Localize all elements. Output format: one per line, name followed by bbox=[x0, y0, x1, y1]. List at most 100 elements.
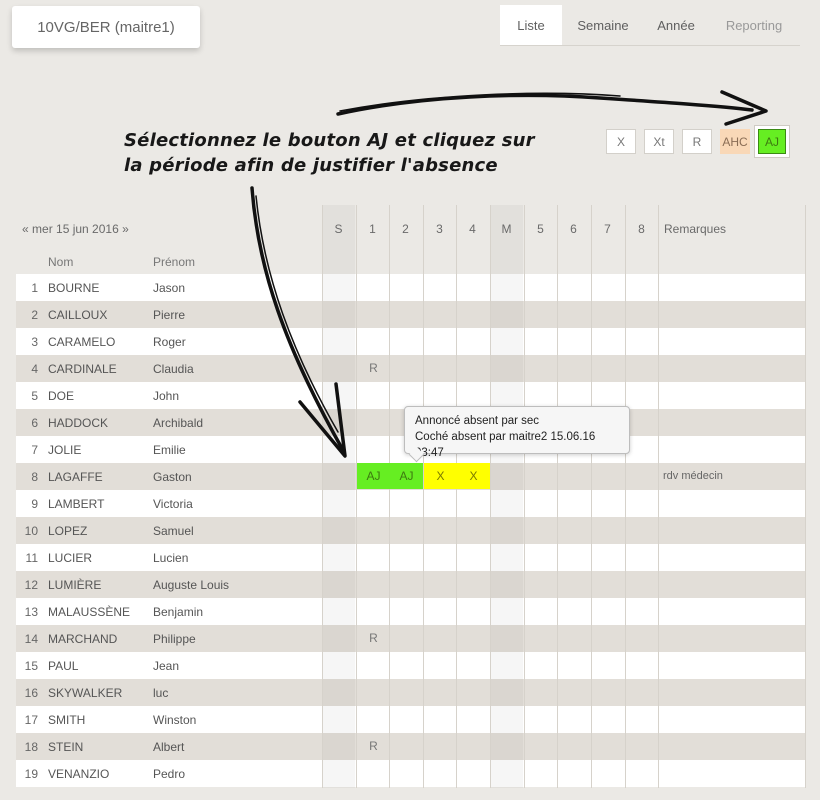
period-cell[interactable] bbox=[626, 355, 659, 381]
period-cell[interactable] bbox=[626, 571, 659, 597]
period-cell[interactable] bbox=[457, 706, 490, 732]
period-cell[interactable]: R bbox=[357, 625, 390, 651]
period-cell[interactable] bbox=[323, 409, 356, 435]
period-cell[interactable] bbox=[525, 463, 558, 489]
period-cell[interactable] bbox=[357, 517, 390, 543]
period-cell[interactable] bbox=[491, 382, 524, 408]
period-cell[interactable] bbox=[457, 625, 490, 651]
period-cell[interactable] bbox=[592, 760, 625, 786]
period-cell[interactable] bbox=[390, 517, 423, 543]
period-cell[interactable] bbox=[390, 355, 423, 381]
period-cell[interactable] bbox=[525, 571, 558, 597]
period-cell[interactable] bbox=[626, 733, 659, 759]
period-cell[interactable] bbox=[558, 490, 591, 516]
period-cell[interactable] bbox=[592, 625, 625, 651]
period-cell[interactable] bbox=[424, 382, 457, 408]
period-cell[interactable] bbox=[390, 382, 423, 408]
remark-cell[interactable]: rdv médecin bbox=[663, 470, 723, 482]
period-cell[interactable] bbox=[558, 517, 591, 543]
period-cell[interactable] bbox=[525, 679, 558, 705]
prev-day-button[interactable]: « bbox=[22, 222, 29, 236]
period-cell[interactable] bbox=[626, 679, 659, 705]
period-cell[interactable]: X bbox=[457, 463, 490, 489]
period-cell[interactable] bbox=[558, 328, 591, 354]
period-cell[interactable] bbox=[491, 301, 524, 327]
period-cell[interactable] bbox=[525, 274, 558, 300]
period-cell[interactable] bbox=[323, 355, 356, 381]
period-cell[interactable] bbox=[323, 652, 356, 678]
period-cell[interactable] bbox=[457, 382, 490, 408]
period-cell[interactable] bbox=[390, 760, 423, 786]
period-cell[interactable] bbox=[626, 463, 659, 489]
period-cell[interactable] bbox=[390, 301, 423, 327]
period-cell[interactable] bbox=[424, 301, 457, 327]
period-cell[interactable] bbox=[424, 733, 457, 759]
period-cell[interactable] bbox=[390, 733, 423, 759]
period-cell[interactable] bbox=[424, 652, 457, 678]
period-cell[interactable] bbox=[558, 274, 591, 300]
period-cell[interactable] bbox=[357, 706, 390, 732]
period-cell[interactable]: R bbox=[357, 733, 390, 759]
period-cell[interactable] bbox=[592, 274, 625, 300]
period-cell[interactable] bbox=[357, 544, 390, 570]
period-cell[interactable] bbox=[390, 490, 423, 516]
period-cell[interactable] bbox=[323, 544, 356, 570]
period-cell[interactable]: AJ bbox=[390, 463, 423, 489]
period-cell[interactable] bbox=[323, 382, 356, 408]
period-cell[interactable] bbox=[558, 652, 591, 678]
period-cell[interactable] bbox=[491, 760, 524, 786]
period-cell[interactable] bbox=[424, 598, 457, 624]
period-cell[interactable] bbox=[491, 652, 524, 678]
period-cell[interactable] bbox=[525, 328, 558, 354]
period-cell[interactable] bbox=[457, 652, 490, 678]
period-cell[interactable] bbox=[558, 706, 591, 732]
period-cell[interactable] bbox=[491, 706, 524, 732]
period-cell[interactable] bbox=[626, 382, 659, 408]
period-cell[interactable] bbox=[424, 544, 457, 570]
tool-x-button[interactable]: X bbox=[606, 129, 636, 154]
period-cell[interactable] bbox=[424, 517, 457, 543]
period-cell[interactable] bbox=[424, 760, 457, 786]
period-cell[interactable] bbox=[491, 625, 524, 651]
period-cell[interactable] bbox=[592, 490, 625, 516]
period-cell[interactable] bbox=[390, 328, 423, 354]
period-cell[interactable] bbox=[457, 490, 490, 516]
period-cell[interactable] bbox=[592, 355, 625, 381]
period-cell[interactable] bbox=[525, 598, 558, 624]
period-cell[interactable] bbox=[491, 355, 524, 381]
period-cell[interactable] bbox=[525, 733, 558, 759]
period-cell[interactable] bbox=[525, 625, 558, 651]
period-cell[interactable] bbox=[558, 571, 591, 597]
period-cell[interactable] bbox=[357, 679, 390, 705]
period-cell[interactable] bbox=[390, 652, 423, 678]
period-cell[interactable]: AJ bbox=[357, 463, 390, 489]
period-cell[interactable] bbox=[323, 463, 356, 489]
period-cell[interactable] bbox=[626, 490, 659, 516]
period-cell[interactable] bbox=[491, 544, 524, 570]
period-cell[interactable] bbox=[457, 760, 490, 786]
period-cell[interactable] bbox=[491, 463, 524, 489]
period-cell[interactable] bbox=[525, 382, 558, 408]
period-cell[interactable] bbox=[424, 490, 457, 516]
period-cell[interactable] bbox=[592, 544, 625, 570]
period-cell[interactable] bbox=[424, 274, 457, 300]
period-cell[interactable] bbox=[558, 463, 591, 489]
period-cell[interactable] bbox=[457, 355, 490, 381]
period-cell[interactable] bbox=[390, 598, 423, 624]
period-cell[interactable] bbox=[626, 436, 659, 462]
period-cell[interactable] bbox=[457, 679, 490, 705]
period-cell[interactable] bbox=[525, 301, 558, 327]
period-cell[interactable] bbox=[491, 733, 524, 759]
tool-aj-button[interactable]: AJ bbox=[758, 129, 786, 154]
period-cell[interactable] bbox=[323, 625, 356, 651]
period-cell[interactable] bbox=[558, 679, 591, 705]
period-cell[interactable] bbox=[457, 571, 490, 597]
period-cell[interactable] bbox=[357, 409, 390, 435]
period-cell[interactable] bbox=[323, 679, 356, 705]
period-cell[interactable] bbox=[491, 328, 524, 354]
period-cell[interactable] bbox=[323, 328, 356, 354]
period-cell[interactable] bbox=[626, 328, 659, 354]
period-cell[interactable] bbox=[357, 760, 390, 786]
period-cell[interactable] bbox=[558, 760, 591, 786]
period-cell[interactable] bbox=[323, 301, 356, 327]
